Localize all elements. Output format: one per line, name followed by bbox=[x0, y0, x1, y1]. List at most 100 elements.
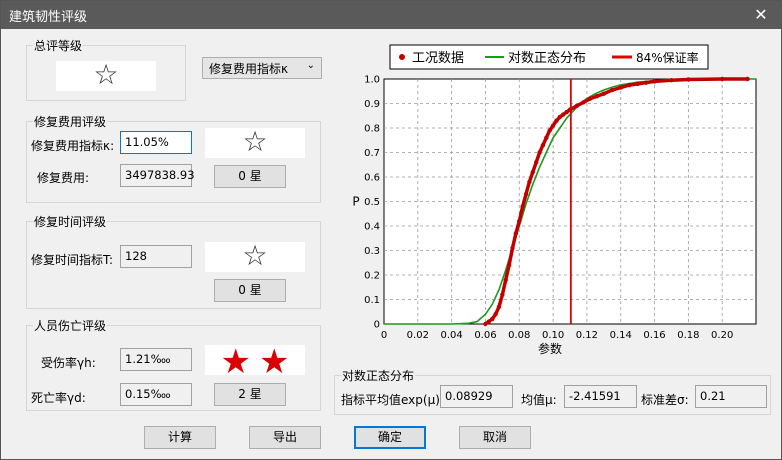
data-point bbox=[652, 79, 657, 84]
mu-label: 均值μ: bbox=[521, 393, 557, 407]
cost-index-input[interactable]: 11.05% bbox=[120, 131, 192, 154]
data-point bbox=[503, 277, 508, 283]
mu-field[interactable]: -2.41591 bbox=[564, 385, 637, 408]
x-axis-label: 参数 bbox=[538, 341, 562, 356]
legend-marker-data bbox=[399, 54, 405, 60]
data-point bbox=[540, 142, 546, 148]
y-tick-label: 0.3 bbox=[364, 246, 380, 257]
y-tick-label: 0.8 bbox=[364, 124, 380, 135]
data-point bbox=[574, 103, 579, 109]
y-tick-label: 0.4 bbox=[364, 222, 380, 233]
x-tick-label: 0.10 bbox=[542, 330, 564, 341]
data-point bbox=[686, 77, 691, 82]
casualty-rating-button[interactable]: 2 星 bbox=[214, 383, 286, 406]
data-point bbox=[610, 87, 615, 93]
x-tick-label: 0.18 bbox=[677, 330, 699, 341]
data-point bbox=[643, 80, 649, 85]
x-tick-label: 0.02 bbox=[407, 330, 429, 341]
data-point bbox=[669, 78, 674, 83]
data-point bbox=[506, 263, 512, 268]
x-tick-label: 0.08 bbox=[508, 330, 530, 341]
data-point bbox=[493, 312, 498, 317]
window-title: 建筑韧性评级 bbox=[9, 10, 88, 25]
y-tick-label: 0.5 bbox=[364, 197, 380, 208]
data-point bbox=[527, 179, 532, 185]
data-point bbox=[513, 231, 519, 236]
data-point bbox=[533, 160, 539, 165]
death-rate-field[interactable]: 0.15‱ bbox=[120, 383, 192, 406]
cost-index-label: 修复费用指标κ: bbox=[31, 139, 115, 153]
metric-dropdown[interactable]: 修复费用指标κ ⌄ bbox=[202, 57, 322, 79]
x-tick-label: 0.16 bbox=[643, 330, 665, 341]
cdf-chart: 0 0.02 0.04 0.06 0.08 0.10 0.12 0.14 0.16 0.18 0.2… bbox=[336, 41, 771, 359]
data-point bbox=[500, 292, 505, 297]
mean-field[interactable]: 0.08929 bbox=[440, 385, 513, 408]
data-point bbox=[544, 135, 549, 140]
time-rating-button[interactable]: 0 星 bbox=[214, 279, 286, 302]
data-point bbox=[523, 191, 529, 197]
cost-rating-button[interactable]: 0 星 bbox=[214, 165, 286, 188]
y-tick-label: 0.9 bbox=[364, 99, 380, 110]
x-tick-label: 0.04 bbox=[441, 330, 463, 341]
cost-star-box: ☆ bbox=[205, 128, 305, 158]
y-tick-label: 0.1 bbox=[364, 295, 380, 306]
ok-button[interactable]: 确定 bbox=[354, 426, 426, 449]
data-point bbox=[626, 82, 632, 88]
y-tick-label: 0 bbox=[374, 320, 380, 331]
casualty-rating-label: 人员伤亡评级 bbox=[33, 317, 108, 334]
time-star-box: ☆ bbox=[205, 242, 305, 272]
star-outline-icon: ☆ bbox=[242, 125, 268, 158]
cost-amount-label: 修复费用: bbox=[37, 171, 90, 185]
export-button[interactable]: 导出 bbox=[249, 426, 321, 449]
dialog-window: 建筑韧性评级 ✕ 总评等级 ☆ 修复费用指标κ ⌄ 修复费用评级 修复费用指标κ… bbox=[0, 0, 782, 460]
overall-star-box: ☆ bbox=[56, 61, 156, 91]
star-outline-icon: ☆ bbox=[242, 239, 268, 272]
star-outline-icon: ☆ bbox=[93, 58, 119, 91]
x-tick-label: 0.14 bbox=[610, 330, 632, 341]
x-tick-label: 0.12 bbox=[576, 330, 598, 341]
close-icon[interactable]: ✕ bbox=[747, 3, 775, 27]
metric-dropdown-value: 修复费用指标κ bbox=[209, 62, 289, 76]
calculate-button[interactable]: 计算 bbox=[144, 426, 216, 449]
data-point bbox=[581, 100, 586, 105]
legend-label-data: 工况数据 bbox=[412, 51, 464, 66]
star-filled-icon: ★ bbox=[259, 342, 290, 382]
legend-label-fit: 对数正态分布 bbox=[508, 51, 586, 66]
title-bar: 建筑韧性评级 ✕ bbox=[1, 1, 781, 29]
injury-rate-field[interactable]: 1.21‱ bbox=[120, 348, 192, 371]
chevron-down-icon: ⌄ bbox=[306, 60, 315, 71]
lognormal-label: 对数正态分布 bbox=[341, 367, 416, 384]
data-point bbox=[496, 304, 502, 310]
data-point bbox=[517, 218, 522, 224]
cost-amount-field[interactable]: 3497838.93 bbox=[120, 164, 195, 187]
data-point bbox=[594, 93, 600, 99]
cancel-button[interactable]: 取消 bbox=[459, 426, 531, 449]
data-point bbox=[745, 76, 750, 82]
data-point bbox=[554, 118, 559, 123]
data-point bbox=[547, 128, 552, 133]
data-point bbox=[510, 245, 515, 251]
data-point bbox=[550, 123, 556, 128]
x-tick-label: 0.06 bbox=[474, 330, 496, 341]
data-point bbox=[719, 76, 725, 82]
time-index-field[interactable]: 128 bbox=[120, 245, 192, 268]
time-rating-label: 修复时间评级 bbox=[33, 213, 108, 230]
sigma-field[interactable]: 0.21 bbox=[695, 385, 767, 408]
casualty-star-box: ★ ★ bbox=[205, 345, 305, 379]
overall-rating-label: 总评等级 bbox=[33, 37, 84, 54]
y-tick-label: 0.7 bbox=[364, 148, 380, 159]
data-point bbox=[490, 316, 495, 322]
y-tick-label: 0.6 bbox=[364, 173, 380, 184]
injury-rate-label: 受伤率γh: bbox=[41, 356, 96, 370]
legend-label-84: 84%保证率 bbox=[636, 50, 699, 65]
time-index-label: 修复时间指标T: bbox=[31, 253, 114, 267]
cdf-chart-svg: 0 0.02 0.04 0.06 0.08 0.10 0.12 0.14 0.16 0.18 0.2… bbox=[352, 44, 757, 356]
y-axis-label: P bbox=[352, 195, 359, 209]
cost-rating-label: 修复费用评级 bbox=[33, 113, 108, 130]
data-point bbox=[618, 85, 623, 90]
y-tick-label: 1.0 bbox=[364, 75, 380, 86]
star-filled-icon: ★ bbox=[220, 342, 251, 382]
data-point bbox=[601, 91, 607, 96]
mean-label: 指标平均值exp(μ): bbox=[341, 393, 444, 407]
data-point bbox=[537, 150, 542, 155]
